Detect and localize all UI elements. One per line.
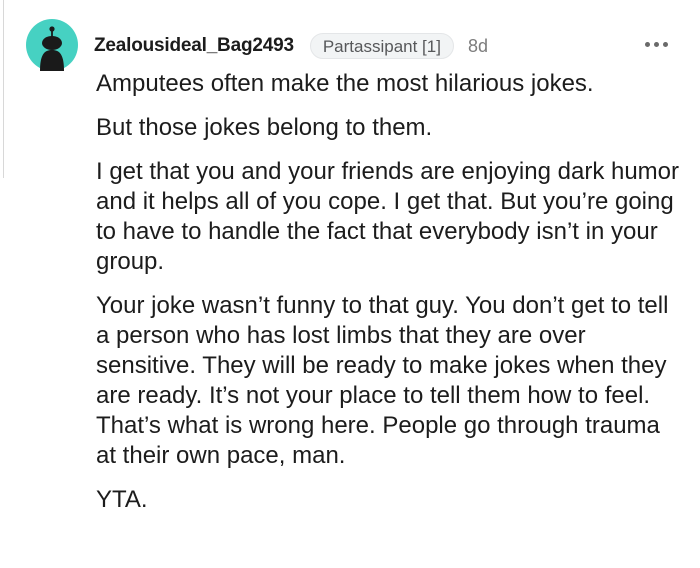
comment-body: Amputees often make the most hilarious j… (96, 69, 686, 529)
comment-age: 8d (467, 35, 488, 56)
comment-screenshot: Zealousideal_Bag2493 Partassipant [1] 8d… (0, 0, 700, 568)
reddit-snoo-avatar-icon (26, 19, 78, 71)
comment-paragraph: I get that you and your friends are enjo… (96, 158, 680, 275)
comment-paragraph: But those jokes belong to them. (96, 114, 433, 141)
avatar[interactable] (26, 19, 78, 71)
comment-paragraph: YTA. (96, 486, 148, 513)
thread-line (3, 0, 4, 178)
more-options-icon[interactable] (645, 40, 669, 50)
comment-paragraph: Your joke wasn’t funny to that guy. You … (96, 292, 669, 469)
comment-paragraph: Amputees often make the most hilarious j… (96, 70, 594, 97)
user-flair-badge: Partassipant [1] (309, 33, 454, 59)
author-username[interactable]: Zealousideal_Bag2493 (94, 35, 294, 57)
comment-header: Zealousideal_Bag2493 Partassipant [1] 8d (94, 33, 488, 59)
